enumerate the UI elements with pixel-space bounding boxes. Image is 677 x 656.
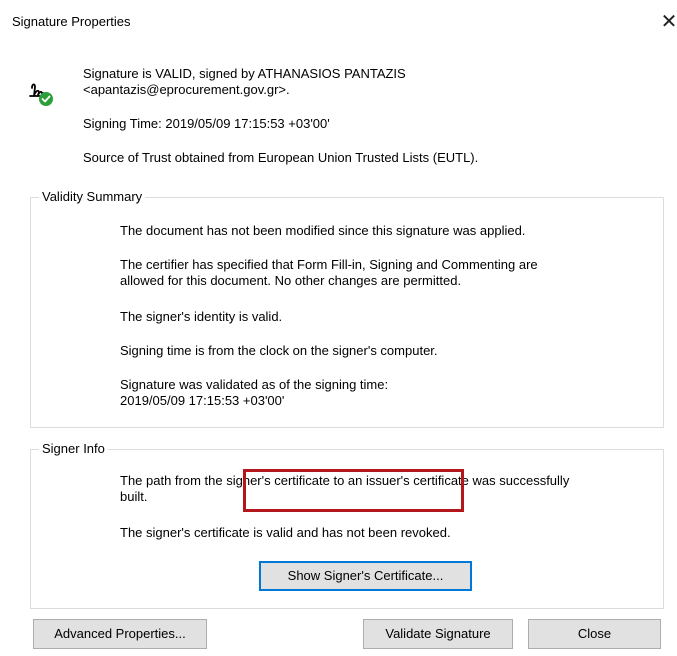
- signature-valid-icon: [28, 80, 64, 108]
- certifier-text-line-2: allowed for this document. No other chan…: [120, 273, 462, 288]
- show-signers-certificate-button[interactable]: Show Signer's Certificate...: [259, 561, 472, 591]
- identity-valid-text: The signer's identity is valid.: [120, 309, 283, 324]
- dialog-title: Signature Properties: [12, 14, 131, 29]
- signature-properties-dialog: Signature Properties ✕ Signature is VALI…: [0, 0, 677, 656]
- validated-text-line-1: Signature was validated as of the signin…: [120, 377, 389, 392]
- status-line-1: Signature is VALID, signed by ATHANASIOS…: [83, 66, 406, 81]
- cert-path-text-line-1: The path from the signer's certificate t…: [120, 473, 570, 488]
- validate-signature-button[interactable]: Validate Signature: [363, 619, 513, 649]
- signing-time-source-text: Signing time is from the clock on the si…: [120, 343, 438, 358]
- source-of-trust: Source of Trust obtained from European U…: [83, 150, 479, 165]
- validated-text-line-2: 2019/05/09 17:15:53 +03'00': [120, 393, 285, 408]
- close-button[interactable]: Close: [528, 619, 661, 649]
- cert-valid-text: The signer's certificate is valid and ha…: [120, 525, 451, 540]
- close-icon[interactable]: ✕: [658, 8, 677, 34]
- advanced-properties-button[interactable]: Advanced Properties...: [33, 619, 207, 649]
- title-bar: Signature Properties ✕: [0, 0, 677, 40]
- not-modified-text: The document has not been modified since…: [120, 223, 526, 238]
- certifier-text-line-1: The certifier has specified that Form Fi…: [120, 257, 538, 272]
- validity-summary-label: Validity Summary: [39, 189, 146, 205]
- signing-time: Signing Time: 2019/05/09 17:15:53 +03'00…: [83, 116, 330, 131]
- status-line-2: <apantazis@eprocurement.gov.gr>.: [83, 82, 290, 97]
- signer-info-label: Signer Info: [39, 441, 108, 457]
- cert-path-text-line-2: built.: [120, 489, 148, 504]
- validity-summary-group: Validity Summary The document has not be…: [30, 189, 664, 428]
